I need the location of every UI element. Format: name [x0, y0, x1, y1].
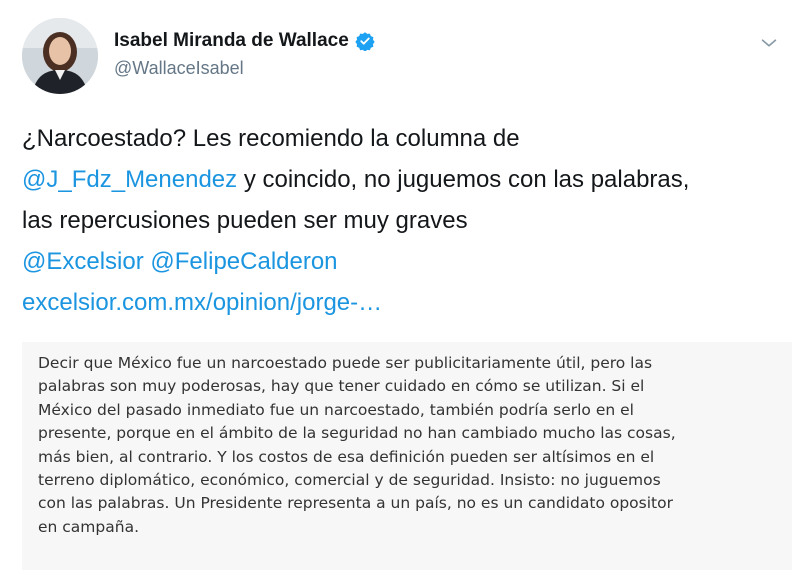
tweet-line: @J_Fdz_Menendez y coincido, no juguemos … [22, 159, 782, 200]
quote-line: terreno diplomático, económico, comercia… [38, 471, 661, 490]
quote-line: con las palabras. Un Presidente represen… [38, 494, 673, 513]
author-name[interactable]: Isabel Miranda de Wallace [114, 30, 375, 52]
verified-badge-icon [355, 31, 375, 52]
mention-link[interactable]: @FelipeCalderon [150, 248, 337, 275]
quote-line: presente, porque en el ámbito de la segu… [38, 424, 676, 443]
profile-photo-icon [22, 18, 98, 94]
tweet-line: las repercusiones pueden ser muy graves [22, 200, 782, 241]
tweet-text-line1: ¿Narcoestado? Les recomiendo la columna … [22, 125, 520, 152]
avatar[interactable] [22, 18, 98, 94]
author-name-text[interactable]: Isabel Miranda de Wallace [114, 30, 349, 52]
author-handle[interactable]: @WallaceIsabel [114, 58, 244, 79]
mention-link[interactable]: @Excelsior [22, 248, 144, 275]
tweet-text-line3: las repercusiones pueden ser muy graves [22, 207, 468, 234]
quote-line: más bien, al contrario. Y los costos de … [38, 447, 655, 466]
tweet-header: Isabel Miranda de Wallace @WallaceIsabel [22, 18, 782, 98]
quote-text: Decir que México fue un narcoestado pued… [38, 352, 778, 539]
tweet-text-line2: y coincido, no juguemos con las palabras… [237, 166, 690, 193]
tweet-line: @Excelsior @FelipeCalderon [22, 241, 782, 282]
tweet-line: excelsior.com.mx/opinion/jorge-… [22, 282, 782, 323]
quote-line: México del pasado inmediato fue un narco… [38, 400, 634, 419]
tweet-line: ¿Narcoestado? Les recomiendo la columna … [22, 118, 782, 159]
tweet-card: Isabel Miranda de Wallace @WallaceIsabel… [0, 0, 800, 577]
tweet-body: ¿Narcoestado? Les recomiendo la columna … [22, 118, 782, 323]
chevron-down-icon[interactable] [758, 32, 780, 54]
quote-line: palabras son muy poderosas, hay que tene… [38, 377, 645, 396]
quote-line: Decir que México fue un narcoestado pued… [38, 354, 653, 372]
quote-line: en campaña. [38, 517, 139, 536]
attached-image-quote[interactable]: Decir que México fue un narcoestado pued… [22, 342, 792, 570]
mention-link[interactable]: @J_Fdz_Menendez [22, 166, 237, 193]
url-link[interactable]: excelsior.com.mx/opinion/jorge-… [22, 289, 382, 316]
